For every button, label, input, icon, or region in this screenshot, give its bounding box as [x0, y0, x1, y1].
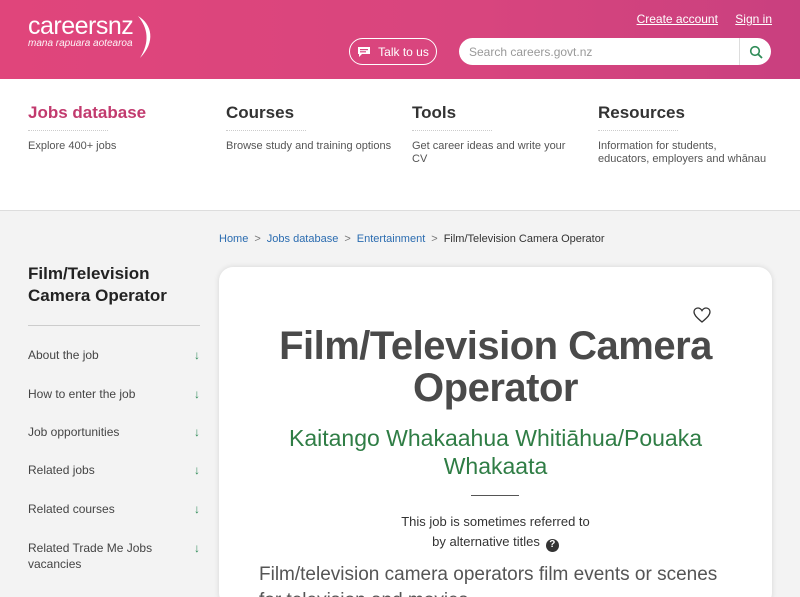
job-summary: Film/television camera operators film ev…	[259, 564, 718, 597]
arrow-down-icon: ↓	[194, 387, 200, 401]
breadcrumb-separator: >	[431, 233, 438, 245]
talk-to-us-button[interactable]: Talk to us	[349, 38, 437, 65]
maori-title: Kaitango Whakaahua Whitiāhua/Pouaka Whak…	[288, 425, 702, 479]
sidebar-item-label: Related courses	[28, 502, 115, 516]
logo-text: careersnz	[28, 12, 134, 40]
nav-description: Browse study and training options	[226, 140, 392, 152]
arrow-down-icon: ↓	[194, 425, 200, 439]
sign-in-link[interactable]: Sign in	[735, 12, 772, 26]
arrow-down-icon: ↓	[194, 463, 200, 477]
sidebar-item-label: How to enter the job	[28, 387, 136, 401]
search-icon	[749, 45, 763, 59]
nav-jobs-database[interactable]: Jobs database Explore 400+ jobs	[28, 103, 198, 153]
search-button[interactable]	[739, 38, 771, 65]
sidebar-item-opportunities[interactable]: Job opportunities ↓	[28, 425, 200, 439]
nav-title: Courses	[226, 103, 306, 131]
divider	[471, 495, 519, 496]
breadcrumb-separator: >	[254, 233, 261, 245]
talk-to-us-label: Talk to us	[378, 44, 429, 59]
search-bar	[459, 38, 771, 65]
sidebar-item-related-courses[interactable]: Related courses ↓	[28, 502, 200, 516]
page-sidebar: Film/Television Camera Operator About th…	[28, 263, 200, 571]
breadcrumb: Home > Jobs database > Entertainment > Film/Te…	[219, 233, 604, 245]
alternative-titles: This job is sometimes referred to by alt…	[219, 512, 772, 552]
sidebar-item-related-jobs[interactable]: Related jobs ↓	[28, 463, 200, 477]
nav-courses[interactable]: Courses Browse study and training option…	[226, 103, 396, 153]
nav-resources[interactable]: Resources Information for students, educ…	[598, 103, 770, 166]
create-account-link[interactable]: Create account	[637, 12, 718, 26]
sidebar-item-label: Related jobs	[28, 463, 95, 477]
breadcrumb-home[interactable]: Home	[219, 233, 248, 245]
arrow-down-icon: ↓	[194, 348, 200, 362]
breadcrumb-current: Film/Television Camera Operator	[443, 233, 605, 245]
chat-icon	[358, 46, 371, 57]
sidebar-item-label: About the job	[28, 348, 99, 362]
careersnz-logo[interactable]: careersnz mana rapuara aotearoa	[28, 12, 134, 49]
arrow-down-icon: ↓	[194, 502, 200, 516]
main-navigation: Jobs database Explore 400+ jobs Courses …	[0, 79, 800, 211]
breadcrumb-jobs-database[interactable]: Jobs database	[267, 233, 339, 245]
sidebar-item-label: Job opportunities	[28, 425, 120, 439]
site-header: careersnz mana rapuara aotearoa Create a…	[0, 0, 800, 79]
alt-titles-line1: This job is sometimes referred to	[401, 514, 590, 529]
arrow-down-icon: ↓	[194, 541, 200, 555]
nav-title: Jobs database	[28, 103, 146, 131]
logo-swoosh-icon	[138, 16, 151, 58]
sidebar-item-label: Related Trade Me Jobs vacancies	[28, 541, 153, 571]
sidebar-title: Film/Television Camera Operator	[28, 263, 200, 326]
nav-tools[interactable]: Tools Get career ideas and write your CV	[412, 103, 582, 166]
account-links: Create account Sign in	[623, 12, 772, 26]
nav-title: Tools	[412, 103, 492, 131]
nav-title: Resources	[598, 103, 685, 131]
search-input[interactable]	[459, 38, 739, 65]
nav-description: Explore 400+ jobs	[28, 140, 117, 152]
alt-titles-line2: by alternative titles	[432, 534, 540, 549]
sidebar-item-how-to-enter[interactable]: How to enter the job ↓	[28, 387, 200, 401]
nav-description: Information for students, educators, emp…	[598, 140, 767, 165]
sidebar-item-trade-me[interactable]: Related Trade Me Jobs vacancies ↓	[28, 540, 200, 572]
breadcrumb-separator: >	[344, 233, 351, 245]
page-title: Film/Television Camera Operator	[279, 324, 712, 410]
alt-titles-line2-row: by alternative titles?	[219, 532, 772, 552]
logo-tagline: mana rapuara aotearoa	[28, 38, 133, 49]
sidebar-item-about[interactable]: About the job ↓	[28, 348, 200, 362]
nav-description: Get career ideas and write your CV	[412, 140, 566, 165]
question-mark-icon[interactable]: ?	[545, 538, 559, 552]
heart-icon[interactable]	[693, 307, 711, 323]
breadcrumb-entertainment[interactable]: Entertainment	[357, 233, 425, 245]
job-profile-card: Film/Television Camera Operator Kaitango…	[219, 267, 772, 597]
